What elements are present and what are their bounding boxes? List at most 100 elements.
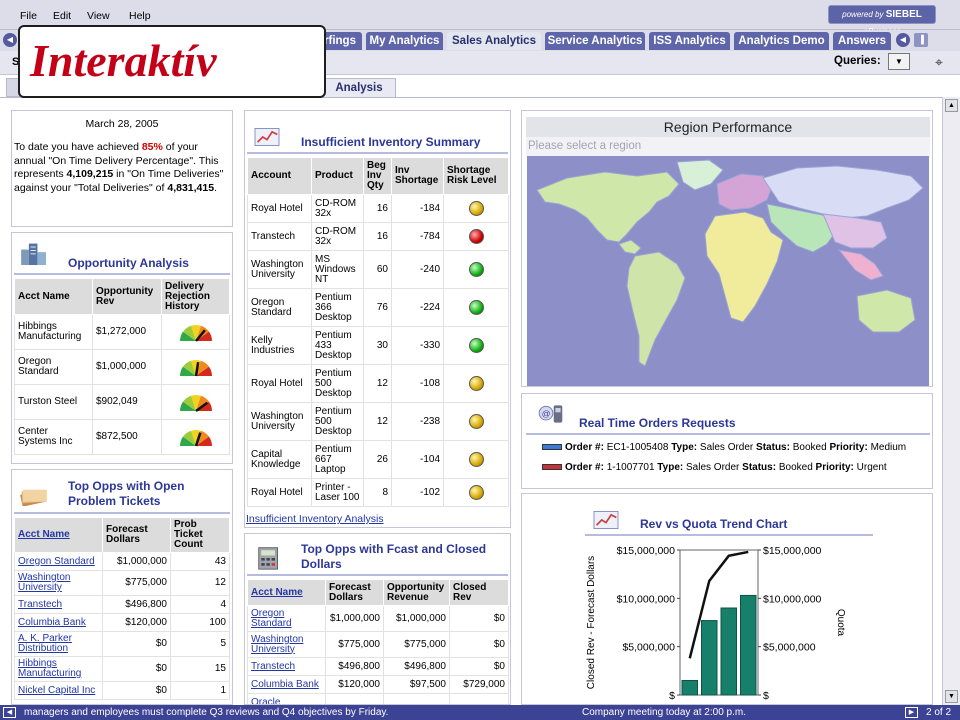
region-greenland[interactable] xyxy=(676,159,724,191)
y2-tick-label: $10,000,000 xyxy=(763,593,822,605)
menu-edit[interactable]: Edit xyxy=(53,10,71,22)
vertical-scrollbar[interactable]: ▲ ▼ xyxy=(942,97,960,705)
acct-link[interactable]: Oregon Standard xyxy=(251,608,292,629)
title-rule xyxy=(526,433,930,435)
menu-view[interactable]: View xyxy=(87,10,110,22)
inventory-analysis-link[interactable]: Insufficient Inventory Analysis xyxy=(246,513,384,525)
acct-link[interactable]: A. K. Parker Distribution xyxy=(18,633,72,654)
chart-bar xyxy=(681,680,698,696)
region-hint: Please select a region xyxy=(526,137,930,157)
region-africa[interactable] xyxy=(704,211,784,323)
menu-file[interactable]: File xyxy=(20,10,37,22)
scroll-up-icon[interactable]: ▲ xyxy=(945,99,958,112)
top-opps-fcast-panel: Top Opps with Fcast and Closed Dollars A… xyxy=(244,533,511,705)
risk-light-icon xyxy=(468,300,484,315)
table-row: Columbia Bank $120,000 100 xyxy=(14,613,230,632)
table-row: Columbia Bank $120,000 $97,500 $729,000 xyxy=(247,675,509,694)
y2-tick-label: $5,000,000 xyxy=(763,642,816,654)
region-central-america[interactable] xyxy=(618,239,642,255)
region-australia[interactable] xyxy=(856,289,916,333)
region-east-asia[interactable] xyxy=(822,213,888,249)
tab-service-analytics[interactable]: Service Analytics xyxy=(545,32,645,50)
table-row: Hibbings Manufacturing $0 15 xyxy=(14,656,230,682)
order-item[interactable]: Order #: EC1-1005408 Type: Sales Order S… xyxy=(542,442,906,453)
table-row: Transtech $496,800 $496,800 $0 xyxy=(247,657,509,676)
ticker-message: managers and employees must complete Q3 … xyxy=(24,707,389,718)
tab-analytics-demo[interactable]: Analytics Demo xyxy=(734,32,829,50)
top-opps-tickets-panel: Top Opps with Open Problem Tickets Acct … xyxy=(11,469,233,705)
acct-link[interactable]: Transtech xyxy=(18,599,62,610)
acct-link[interactable]: Nickel Capital Inc xyxy=(18,685,95,696)
risk-light-icon xyxy=(468,414,484,429)
region-southeast-asia[interactable] xyxy=(837,249,884,281)
acct-link[interactable]: Columbia Bank xyxy=(18,617,86,628)
y-tick-label: $15,000,000 xyxy=(617,545,676,557)
ticker-meeting: Company meeting today at 2:00 p.m. xyxy=(582,707,746,718)
chart-bar xyxy=(740,594,757,696)
y2-tick-label: $ xyxy=(763,690,769,702)
opportunity-table: Acct Name Opportunity Rev Delivery Rejec… xyxy=(14,278,230,455)
region-north-america[interactable] xyxy=(536,171,680,243)
title-rule xyxy=(585,534,873,536)
col-shortage-risk: Shortage Risk Level xyxy=(443,157,509,195)
tab-list-icon[interactable]: ▐ xyxy=(914,33,928,47)
y-tick-label: $10,000,000 xyxy=(617,593,676,605)
chevron-down-icon: ▼ xyxy=(895,57,903,66)
col-account: Account xyxy=(247,157,312,195)
phone-icon: @ xyxy=(538,405,563,423)
acct-link[interactable]: Washington University xyxy=(18,572,70,593)
table-row: Transtech CD-ROM 32x 16 -784 xyxy=(247,222,509,251)
tab-my-analytics[interactable]: My Analytics xyxy=(366,32,443,50)
gauge-icon xyxy=(179,324,212,342)
table-row: Oregon Standard $1,000,000 $1,000,000 $0 xyxy=(247,605,509,632)
table-row: Oregon Standard Pentium 366 Desktop 76 -224 xyxy=(247,288,509,327)
summary-text: To date you have achieved 85% of your an… xyxy=(14,141,224,194)
order-bar-icon xyxy=(542,464,562,471)
col-acct-name-link[interactable]: Acct Name xyxy=(251,587,303,598)
ticker-next-icon[interactable]: ▶ xyxy=(905,707,918,718)
ticker-prev-icon[interactable]: ◀ xyxy=(3,707,16,718)
acct-link[interactable]: Oracle xyxy=(251,697,280,704)
acct-link[interactable]: Transtech xyxy=(251,661,295,672)
risk-light-icon xyxy=(468,262,484,277)
region-south-america[interactable] xyxy=(626,251,686,367)
binoculars-icon[interactable]: ⌖ xyxy=(930,53,948,71)
top-opps-tickets-table: Acct Name Forecast Dollars Prob Ticket C… xyxy=(14,517,230,700)
chart-bar xyxy=(720,607,737,696)
menu-help[interactable]: Help xyxy=(129,10,151,22)
table-row: Royal Hotel CD-ROM 32x 16 -184 xyxy=(247,194,509,223)
opportunity-analysis-title: Opportunity Analysis xyxy=(68,256,189,270)
tab-scroll-left-icon[interactable]: ◀ xyxy=(3,33,17,47)
tab-analysis[interactable]: Analysis xyxy=(322,78,396,97)
acct-link[interactable]: Hibbings Manufacturing xyxy=(18,658,81,679)
calculator-icon xyxy=(258,547,278,570)
table-row: Washington University $775,000 12 xyxy=(14,570,230,596)
table-row: Oracle xyxy=(247,693,509,704)
table-row: Nickel Capital Inc $0 1 xyxy=(14,681,230,700)
inventory-table: Account Product Beg Inv Qty Inv Shortage… xyxy=(247,157,509,507)
table-row: Oregon Standard $1,000,000 43 xyxy=(14,552,230,571)
acct-link[interactable]: Columbia Bank xyxy=(251,679,319,690)
table-row: Royal Hotel Printer - Laser 100 8 -102 xyxy=(247,478,509,507)
col-delivery-rejection: Delivery Rejection History xyxy=(161,278,230,315)
risk-light-icon xyxy=(468,338,484,353)
tab-scroll-right-icon[interactable]: ◀ xyxy=(896,33,910,47)
summary-date: March 28, 2005 xyxy=(85,118,159,130)
col-closed-rev: Closed Rev xyxy=(449,579,509,606)
opportunity-analysis-panel: Opportunity Analysis Acct Name Opportuni… xyxy=(11,232,233,464)
interaktiv-badge: Interaktív xyxy=(18,25,326,98)
world-map[interactable] xyxy=(527,156,929,386)
scroll-down-icon[interactable]: ▼ xyxy=(945,690,958,703)
acct-link[interactable]: Oregon Standard xyxy=(18,556,95,567)
chart-bar xyxy=(701,620,718,696)
queries-dropdown[interactable]: ▼ xyxy=(888,53,910,70)
top-opps-fcast-title: Top Opps with Fcast and Closed Dollars xyxy=(301,542,487,571)
risk-light-icon xyxy=(468,452,484,467)
risk-light-icon xyxy=(468,376,484,391)
tab-iss-analytics[interactable]: ISS Analytics xyxy=(649,32,730,50)
tab-sales-analytics[interactable]: Sales Analytics xyxy=(447,32,541,50)
tab-answers[interactable]: Answers xyxy=(833,32,891,50)
acct-link[interactable]: Washington University xyxy=(251,634,303,655)
col-acct-name-link[interactable]: Acct Name xyxy=(18,529,70,540)
order-item[interactable]: Order #: 1-1007701 Type: Sales Order Sta… xyxy=(542,462,887,473)
